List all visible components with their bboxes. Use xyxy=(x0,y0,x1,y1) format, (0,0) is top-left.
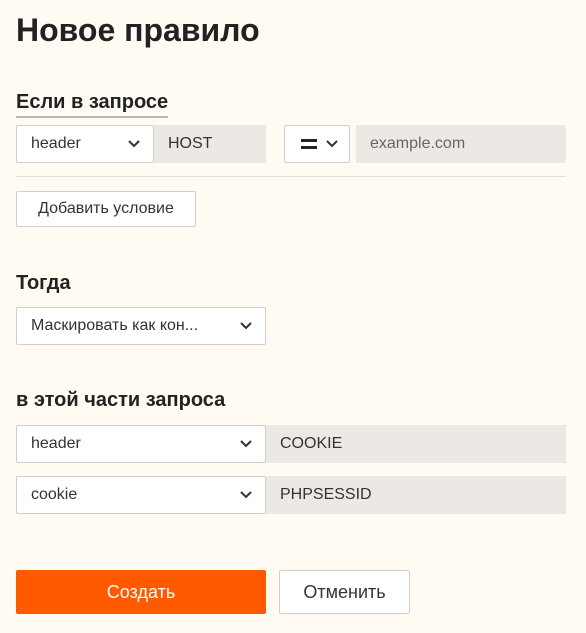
condition-value-input[interactable]: example.com xyxy=(356,125,566,163)
target-subpart-select[interactable]: cookie xyxy=(16,476,266,514)
action-heading: Тогда xyxy=(16,272,71,294)
target-part-select[interactable]: header xyxy=(16,425,266,463)
create-button[interactable]: Создать xyxy=(16,570,266,614)
chevron-down-icon xyxy=(326,140,338,148)
target-subname-field[interactable]: PHPSESSID xyxy=(266,476,566,514)
page-title: Новое правило xyxy=(16,12,260,48)
chevron-down-icon xyxy=(128,140,140,148)
cancel-button[interactable]: Отменить xyxy=(279,570,410,614)
operator-select[interactable] xyxy=(284,125,350,163)
target-subname-value: PHPSESSID xyxy=(280,486,372,503)
add-condition-button[interactable]: Добавить условие xyxy=(16,191,196,227)
condition-name-field[interactable]: HOST xyxy=(154,125,266,163)
condition-heading: Если в запросе xyxy=(16,89,169,118)
chevron-down-icon xyxy=(240,440,252,448)
target-subpart-value: cookie xyxy=(31,486,78,503)
action-select[interactable]: Маскировать как кон... xyxy=(16,307,266,345)
target-name-field[interactable]: COOKIE xyxy=(266,425,566,463)
equals-icon xyxy=(301,139,317,149)
action-select-value: Маскировать как кон... xyxy=(31,317,199,334)
chevron-down-icon xyxy=(240,491,252,499)
condition-value-placeholder: example.com xyxy=(370,135,466,152)
target-part-value: header xyxy=(31,435,81,452)
divider xyxy=(16,176,566,177)
target-name-value: COOKIE xyxy=(280,435,343,452)
target-heading: в этой части запроса xyxy=(16,389,226,411)
condition-part-select[interactable]: header xyxy=(16,125,154,163)
condition-name-value: HOST xyxy=(168,135,213,152)
chevron-down-icon xyxy=(240,322,252,330)
condition-part-value: header xyxy=(31,135,81,152)
